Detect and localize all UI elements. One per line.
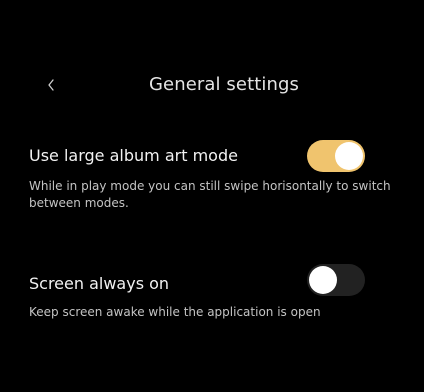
setting-title: Use large album art mode xyxy=(29,146,238,165)
header: General settings xyxy=(0,64,424,106)
large-album-art-toggle[interactable] xyxy=(307,140,365,172)
setting-title: Screen always on xyxy=(29,274,170,293)
toggle-knob xyxy=(309,266,337,294)
page-title: General settings xyxy=(148,74,300,95)
settings-screen: General settings Use large album art mod… xyxy=(0,0,424,392)
setting-description: Keep screen awake while the application … xyxy=(29,305,321,319)
toggle-knob xyxy=(335,142,363,170)
screen-always-on-toggle[interactable] xyxy=(307,264,365,296)
setting-description: While in play mode you can still swipe h… xyxy=(29,179,391,210)
